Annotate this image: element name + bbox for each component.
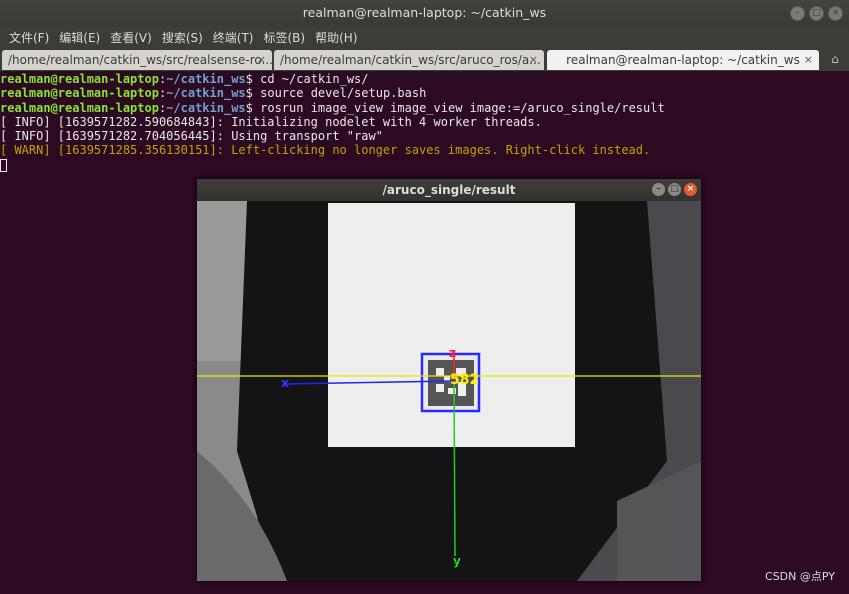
- menu-help[interactable]: 帮助(H): [310, 29, 362, 46]
- close-button[interactable]: ×: [828, 6, 843, 21]
- menu-file[interactable]: 文件(F): [4, 29, 54, 46]
- info-line: [ INFO] [1639571282.590684843]: Initiali…: [0, 114, 542, 129]
- tab-close-icon[interactable]: ×: [257, 50, 266, 70]
- y-axis-label: y: [453, 554, 461, 568]
- tab-close-icon[interactable]: ×: [804, 50, 813, 70]
- command-line: realman@realman-laptop:~/catkin_ws$ sour…: [0, 86, 427, 101]
- tab-label: realman@realman-laptop: ~/catkin_ws: [566, 53, 800, 67]
- minimize-button[interactable]: –: [790, 6, 805, 21]
- tab-catkin-ws[interactable]: realman@realman-laptop: ~/catkin_ws ×: [547, 50, 819, 70]
- y-axis-line: [453, 380, 456, 557]
- image-view-title: /aruco_single/result: [382, 183, 516, 197]
- image-view-controls: – □ ×: [652, 183, 697, 196]
- command-line: realman@realman-laptop:~/catkin_ws$ cd ~…: [0, 72, 369, 86]
- tab-aruco[interactable]: /home/realman/catkin_ws/src/aruco_ros/a.…: [274, 50, 544, 70]
- tab-bar: /home/realman/catkin_ws/src/realsense-ro…: [0, 48, 849, 72]
- maximize-button[interactable]: □: [809, 6, 824, 21]
- warn-line: [ WARN] [1639571285.356130151]: Left-cli…: [0, 143, 651, 158]
- window-titlebar: realman@realman-laptop: ~/catkin_ws – □ …: [0, 0, 849, 26]
- camera-image[interactable]: x y z 582: [197, 201, 701, 581]
- menu-edit[interactable]: 编辑(E): [54, 29, 105, 46]
- tab-label: /home/realman/catkin_ws/src/realsense-ro…: [8, 53, 272, 67]
- new-tab-icon[interactable]: ⌂: [827, 52, 843, 66]
- info-line: [ INFO] [1639571282.704056445]: Using tr…: [0, 129, 383, 144]
- window-controls: – □ ×: [790, 6, 843, 21]
- tab-realsense[interactable]: /home/realman/catkin_ws/src/realsense-ro…: [2, 50, 272, 70]
- command-text: cd ~/catkin_ws/: [260, 72, 369, 86]
- watermark: CSDN @点PY: [765, 570, 835, 583]
- minimize-icon[interactable]: –: [652, 183, 665, 196]
- image-view-titlebar[interactable]: /aruco_single/result – □ ×: [197, 179, 701, 201]
- command-line: realman@realman-laptop:~/catkin_ws$ rosr…: [0, 100, 665, 115]
- menu-tabs[interactable]: 标签(B): [259, 29, 311, 46]
- menu-search[interactable]: 搜索(S): [157, 29, 208, 46]
- window-title: realman@realman-laptop: ~/catkin_ws: [302, 5, 547, 20]
- menu-bar: 文件(F) 编辑(E) 查看(V) 搜索(S) 终端(T) 标签(B) 帮助(H…: [0, 26, 849, 48]
- close-icon[interactable]: ×: [684, 183, 697, 196]
- tab-close-icon[interactable]: ×: [529, 50, 538, 70]
- image-view-window[interactable]: /aruco_single/result – □ × x y z 582: [197, 179, 701, 581]
- maximize-icon[interactable]: □: [668, 183, 681, 196]
- menu-view[interactable]: 查看(V): [105, 29, 157, 46]
- menu-terminal[interactable]: 终端(T): [208, 29, 259, 46]
- command-text: rosrun image_view image_view image:=/aru…: [260, 100, 665, 115]
- z-axis-label: z: [449, 346, 456, 360]
- marker-id-label: 582: [450, 372, 479, 388]
- command-text: source devel/setup.bash: [260, 86, 427, 101]
- x-axis-label: x: [281, 376, 289, 390]
- terminal-cursor: [0, 158, 7, 172]
- tab-label: /home/realman/catkin_ws/src/aruco_ros/a.…: [280, 53, 541, 67]
